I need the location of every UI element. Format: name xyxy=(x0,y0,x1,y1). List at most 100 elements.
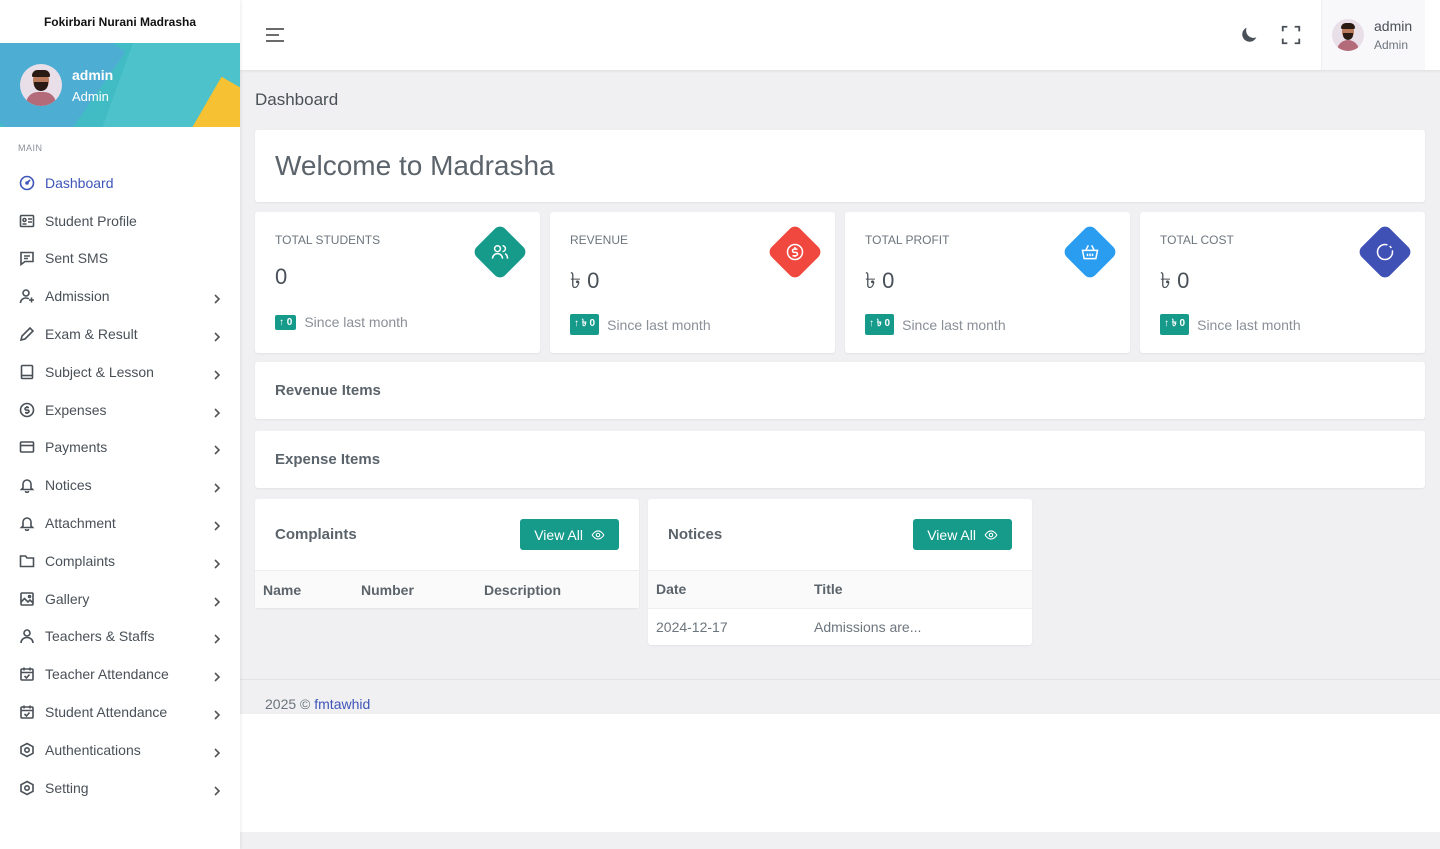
sidebar-item-gallery[interactable]: Gallery xyxy=(0,580,240,618)
stat-value: 0 xyxy=(275,264,288,289)
chevron-right-icon xyxy=(212,329,222,342)
sidebar-item-teachers-staffs[interactable]: Teachers & Staffs xyxy=(0,618,240,656)
complaints-table: Name Number Description xyxy=(255,571,639,608)
stat-card-revenue: REVENUE ৳ 0 ↑ ৳ 0 Since last month xyxy=(550,212,835,353)
stat-foot-text: Since last month xyxy=(1197,316,1301,333)
sidebar-item-exam-result[interactable]: Exam & Result xyxy=(0,315,240,353)
sidebar-item-authentications[interactable]: Authentications xyxy=(0,731,240,769)
message-icon xyxy=(19,250,35,267)
book-icon xyxy=(19,364,35,380)
bell-icon xyxy=(19,477,35,494)
stat-foot-text: Since last month xyxy=(607,316,711,333)
stat-value: ৳ 0 xyxy=(1160,268,1190,293)
dark-mode-moon-icon[interactable] xyxy=(1237,23,1261,47)
blank-area xyxy=(240,714,1440,832)
sidebar-item-label: Teachers & Staffs xyxy=(45,628,155,645)
welcome-card: Welcome to Madrasha xyxy=(255,130,1425,202)
chevron-right-icon xyxy=(212,442,222,456)
complaints-title: Complaints xyxy=(275,526,357,543)
sidebar-item-label: Sent SMS xyxy=(45,250,109,267)
stat-value: ৳ 0 xyxy=(570,268,600,293)
chevron-right-icon xyxy=(212,631,222,645)
sidebar-item-label: Exam & Result xyxy=(45,326,138,343)
sidebar-item-label: Payments xyxy=(45,439,108,456)
profile-banner: admin Admin xyxy=(0,43,240,127)
sidebar-item-label: Admission xyxy=(45,288,110,305)
sidebar-item-label: Teacher Attendance xyxy=(45,666,169,683)
notices-card: Notices View All Date Title 2024-12-17 Adm… xyxy=(648,499,1032,645)
user-menu[interactable]: admin Admin xyxy=(1321,0,1425,70)
chevron-right-icon xyxy=(212,405,222,418)
sidebar-item-label: Setting xyxy=(45,779,89,796)
view-all-label: View All xyxy=(534,526,583,543)
sidebar-item-teacher-attendance[interactable]: Teacher Attendance xyxy=(0,655,240,693)
chevron-right-icon xyxy=(212,367,222,380)
footer: 2025 © fmtawhid xyxy=(265,696,370,712)
dollar-circle-icon xyxy=(19,402,35,418)
dashboard-icon xyxy=(19,175,35,191)
topbar-user-role: Admin xyxy=(1374,38,1409,52)
expense-items-card: Expense Items xyxy=(255,431,1425,488)
sidebar-item-subject-lesson[interactable]: Subject & Lesson xyxy=(0,353,240,391)
notices-view-all-button[interactable]: View All xyxy=(913,519,1012,550)
eye-icon xyxy=(591,529,605,540)
sidebar-item-attachment[interactable]: Attachment xyxy=(0,504,240,542)
main-content: Dashboard Welcome to Madrasha TOTAL STUD… xyxy=(240,70,1440,714)
menu-toggle-icon[interactable] xyxy=(264,24,286,46)
sidebar-item-dashboard[interactable]: Dashboard xyxy=(0,164,240,202)
view-all-label: View All xyxy=(927,526,976,543)
topbar: admin Admin xyxy=(240,0,1440,70)
stat-card-total-students: TOTAL STUDENTS 0 ↑ 0 Since last month xyxy=(255,212,540,353)
notices-title: Notices xyxy=(668,526,723,543)
sidebar-item-admission[interactable]: Admission xyxy=(0,277,240,315)
footer-author-link[interactable]: fmtawhid xyxy=(314,696,370,712)
sidebar-item-label: Attachment xyxy=(45,515,116,532)
gallery-icon xyxy=(19,591,35,607)
stat-change-badge: ↑ ৳ 0 xyxy=(1160,314,1190,335)
avatar[interactable] xyxy=(20,64,62,106)
stat-card-total-profit: TOTAL PROFIT ৳ 0 ↑ ৳ 0 Since last month xyxy=(845,212,1130,353)
sidebar-item-label: Authentications xyxy=(45,741,141,758)
menu-section-title: MAIN xyxy=(18,143,43,153)
chevron-right-icon xyxy=(212,518,222,531)
chevron-right-icon xyxy=(212,594,222,607)
chevron-right-icon xyxy=(212,480,222,493)
sidebar-menu: Dashboard Student Profile Sent SMS Admissio… xyxy=(0,164,240,807)
column-header[interactable]: Name xyxy=(255,571,353,608)
sidebar-item-label: Dashboard xyxy=(45,174,114,191)
brand-name[interactable]: Fokirbari Nurani Madrasha xyxy=(0,0,240,43)
sidebar-item-setting[interactable]: Setting xyxy=(0,769,240,807)
chevron-right-icon xyxy=(212,669,222,682)
column-header[interactable]: Number xyxy=(353,571,476,608)
table-cell: 2024-12-17 xyxy=(648,607,806,645)
table-row[interactable]: 2024-12-17 Admissions are... xyxy=(648,607,1032,645)
sidebar-item-label: Expenses xyxy=(45,401,107,418)
complaints-view-all-button[interactable]: View All xyxy=(520,519,619,550)
column-header[interactable]: Date xyxy=(648,571,806,608)
bottom-strip xyxy=(240,832,1440,849)
credit-card-icon xyxy=(19,439,35,455)
shield-icon xyxy=(19,742,35,758)
sidebar-item-student-profile[interactable]: Student Profile xyxy=(0,202,240,240)
chevron-right-icon xyxy=(212,556,222,569)
fullscreen-icon[interactable] xyxy=(1279,23,1303,47)
page-title: Dashboard xyxy=(255,90,339,109)
calendar-check-icon xyxy=(19,704,35,720)
stat-card-total-cost: TOTAL COST ৳ 0 ↑ ৳ 0 Since last month xyxy=(1140,212,1425,353)
sidebar-item-label: Subject & Lesson xyxy=(45,363,154,380)
sidebar-item-sent-sms[interactable]: Sent SMS xyxy=(0,240,240,278)
pencil-icon xyxy=(19,326,35,342)
column-header[interactable]: Description xyxy=(476,571,639,608)
expense-items-title: Expense Items xyxy=(275,451,381,468)
sidebar-item-label: Student Profile xyxy=(45,212,137,229)
chevron-right-icon xyxy=(212,707,222,720)
sidebar: Fokirbari Nurani Madrasha admin Admin MA… xyxy=(0,0,240,849)
sidebar-item-complaints[interactable]: Complaints xyxy=(0,542,240,580)
sidebar-item-payments[interactable]: Payments xyxy=(0,429,240,467)
sidebar-item-notices[interactable]: Notices xyxy=(0,466,240,504)
sidebar-item-expenses[interactable]: Expenses xyxy=(0,391,240,429)
column-header[interactable]: Title xyxy=(806,571,1032,608)
stat-change-badge: ↑ 0 xyxy=(275,314,297,330)
sidebar-item-student-attendance[interactable]: Student Attendance xyxy=(0,693,240,731)
id-card-icon xyxy=(19,213,35,229)
